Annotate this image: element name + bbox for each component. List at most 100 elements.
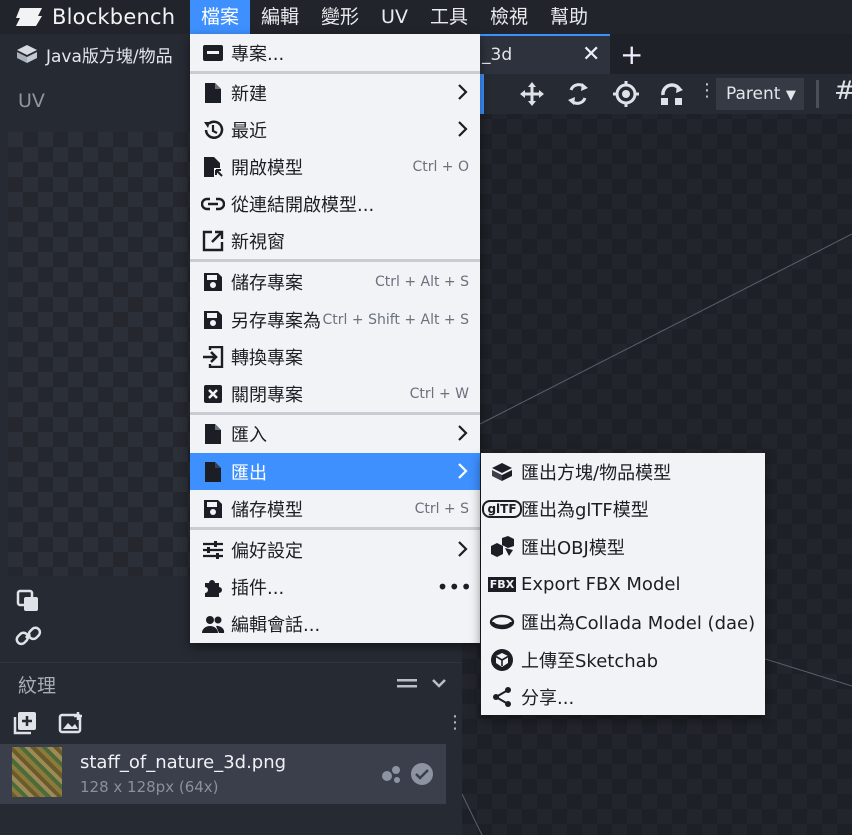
gltf-icon: glTF (482, 497, 522, 521)
texture-panel-title: 紋理 (18, 675, 57, 697)
add-tab-icon[interactable]: + (620, 38, 643, 71)
chevron-down-icon[interactable] (430, 673, 448, 693)
submenu-item-label: Export FBX Model (521, 574, 681, 595)
move-icon[interactable] (518, 80, 546, 108)
submenu-item-label: 匯出為Collada Model (dae) (521, 612, 756, 634)
submenu-item-export-gltf[interactable]: glTF 匯出為glTF模型 (481, 490, 765, 527)
submenu-item-share[interactable]: 分享... (481, 678, 765, 715)
transform-space-select[interactable]: Parent ▼ (716, 78, 804, 110)
menu-item-import[interactable]: 匯入 (190, 415, 480, 452)
menu-item-label: 轉換專案 (231, 347, 303, 369)
menu-item-shortcut: Ctrl + W (409, 385, 469, 402)
menu-file[interactable]: 檔案 (190, 0, 251, 34)
texture-size: 128 x 128px (64x) (80, 778, 219, 796)
more-horizontal-icon: ••• (436, 574, 472, 599)
menu-item-label: 編輯會話... (231, 614, 321, 636)
grid-toggle-icon[interactable]: # (834, 76, 852, 106)
new-texture-icon[interactable] (58, 710, 84, 736)
rotate-icon[interactable] (564, 80, 592, 108)
menu-item-plugins[interactable]: 插件... ••• (190, 568, 480, 605)
menu-item-shortcut: Ctrl + Shift + Alt + S (322, 311, 469, 328)
menu-transform[interactable]: 變形 (310, 0, 370, 34)
toolbar-more-icon[interactable]: ⋮ (698, 80, 716, 101)
vertex-snap-icon[interactable] (658, 80, 686, 108)
menu-item-save-project-as[interactable]: 另存專案為 Ctrl + Shift + Alt + S (190, 301, 480, 338)
menu-item-export[interactable]: 匯出 (190, 453, 480, 490)
app-name: Blockbench (52, 5, 176, 29)
file-menu-dropdown: 專案... 新建 最近 開啟模型 Ctrl + O 從連結開啟模型... 新視窗… (190, 34, 480, 643)
texture-name: staff_of_nature_3d.png (80, 752, 287, 773)
close-box-icon (199, 382, 227, 406)
convert-icon (199, 345, 227, 369)
menu-item-open-from-link[interactable]: 從連結開啟模型... (190, 185, 480, 222)
menu-item-close-project[interactable]: 關閉專案 Ctrl + W (190, 375, 480, 412)
menu-item-label: 偏好設定 (231, 540, 303, 562)
sketchfab-icon (487, 648, 517, 672)
menu-item-open-model[interactable]: 開啟模型 Ctrl + O (190, 148, 480, 185)
save-icon (199, 270, 227, 294)
menu-view[interactable]: 檢視 (479, 0, 539, 34)
submenu-item-label: 分享... (521, 687, 575, 709)
menu-separator (190, 527, 480, 530)
texture-thumbnail (12, 747, 62, 797)
menu-item-preferences[interactable]: 偏好設定 (190, 531, 480, 568)
menu-item-shortcut: Ctrl + S (414, 500, 469, 517)
menu-item-label: 新視窗 (231, 231, 285, 253)
menu-item-label: 新建 (231, 83, 267, 105)
tab-project-left[interactable]: Java版方塊/物品 (0, 34, 195, 74)
pivot-icon[interactable] (612, 80, 640, 108)
menu-item-label: 專案... (231, 43, 285, 65)
puzzle-icon (199, 575, 227, 599)
menu-tools[interactable]: 工具 (419, 0, 479, 34)
menu-item-save-model[interactable]: 儲存模型 Ctrl + S (190, 490, 480, 527)
submenu-item-export-obj[interactable]: 匯出OBJ模型 (481, 528, 765, 565)
texture-item[interactable]: staff_of_nature_3d.png 128 x 128px (64x) (0, 744, 446, 804)
menu-item-new[interactable]: 新建 (190, 74, 480, 111)
add-texture-icon[interactable] (12, 710, 38, 736)
submenu-item-label: 匯出為glTF模型 (521, 499, 649, 521)
submenu-item-export-collada[interactable]: 匯出為Collada Model (dae) (481, 603, 765, 640)
tab-label: Java版方塊/物品 (46, 46, 173, 67)
people-icon (199, 612, 227, 636)
menu-item-recent[interactable]: 最近 (190, 111, 480, 148)
particle-icon[interactable] (378, 762, 404, 786)
submenu-item-export-block-item[interactable]: 匯出方塊/物品模型 (481, 453, 765, 490)
submenu-item-upload-sketchfab[interactable]: 上傳至Sketchab (481, 641, 765, 678)
import-file-icon (199, 422, 227, 446)
menu-bar: Blockbench 檔案 編輯 變形 UV 工具 檢視 幫助 (0, 0, 852, 34)
chevron-right-icon (458, 541, 468, 557)
menu-help[interactable]: 幫助 (539, 0, 599, 34)
uv-panel-title: UV (18, 90, 45, 112)
menu-edit[interactable]: 編輯 (250, 0, 310, 34)
submenu-item-label: 匯出方塊/物品模型 (521, 462, 672, 484)
link-icon[interactable] (14, 622, 42, 650)
menu-item-new-window[interactable]: 新視窗 (190, 222, 480, 259)
tune-icon (199, 538, 227, 562)
chevron-right-icon (458, 425, 468, 441)
submenu-item-label: 匯出OBJ模型 (521, 537, 625, 559)
menu-item-label: 另存專案為 (231, 310, 321, 332)
project-icon (199, 41, 227, 65)
menu-item-label: 匯出 (231, 462, 267, 484)
collada-icon (487, 610, 517, 634)
share-icon (487, 685, 517, 709)
menu-item-edit-session[interactable]: 編輯會話... (190, 605, 480, 642)
menu-item-project[interactable]: 專案... (190, 34, 480, 71)
caret-down-icon: ▼ (785, 88, 796, 103)
close-tab-icon[interactable]: ✕ (582, 42, 600, 67)
menu-item-save-project[interactable]: 儲存專案 Ctrl + Alt + S (190, 263, 480, 300)
cube-icon (487, 460, 517, 484)
submenu-item-export-fbx[interactable]: FBX Export FBX Model (481, 566, 765, 603)
copy-icon[interactable] (14, 588, 42, 616)
menu-item-label: 插件... (231, 577, 285, 599)
link-icon (199, 192, 227, 216)
fbx-icon: FBX (487, 573, 517, 597)
menu-item-label: 關閉專案 (231, 384, 303, 406)
gltf-icon-label: glTF (482, 499, 522, 518)
shapes-icon (487, 535, 517, 559)
menu-item-label: 匯入 (231, 424, 267, 446)
check-circle-icon[interactable] (410, 762, 434, 786)
drag-handle-icon[interactable] (396, 673, 418, 693)
menu-item-convert-project[interactable]: 轉換專案 (190, 338, 480, 375)
menu-uv[interactable]: UV (370, 0, 419, 34)
